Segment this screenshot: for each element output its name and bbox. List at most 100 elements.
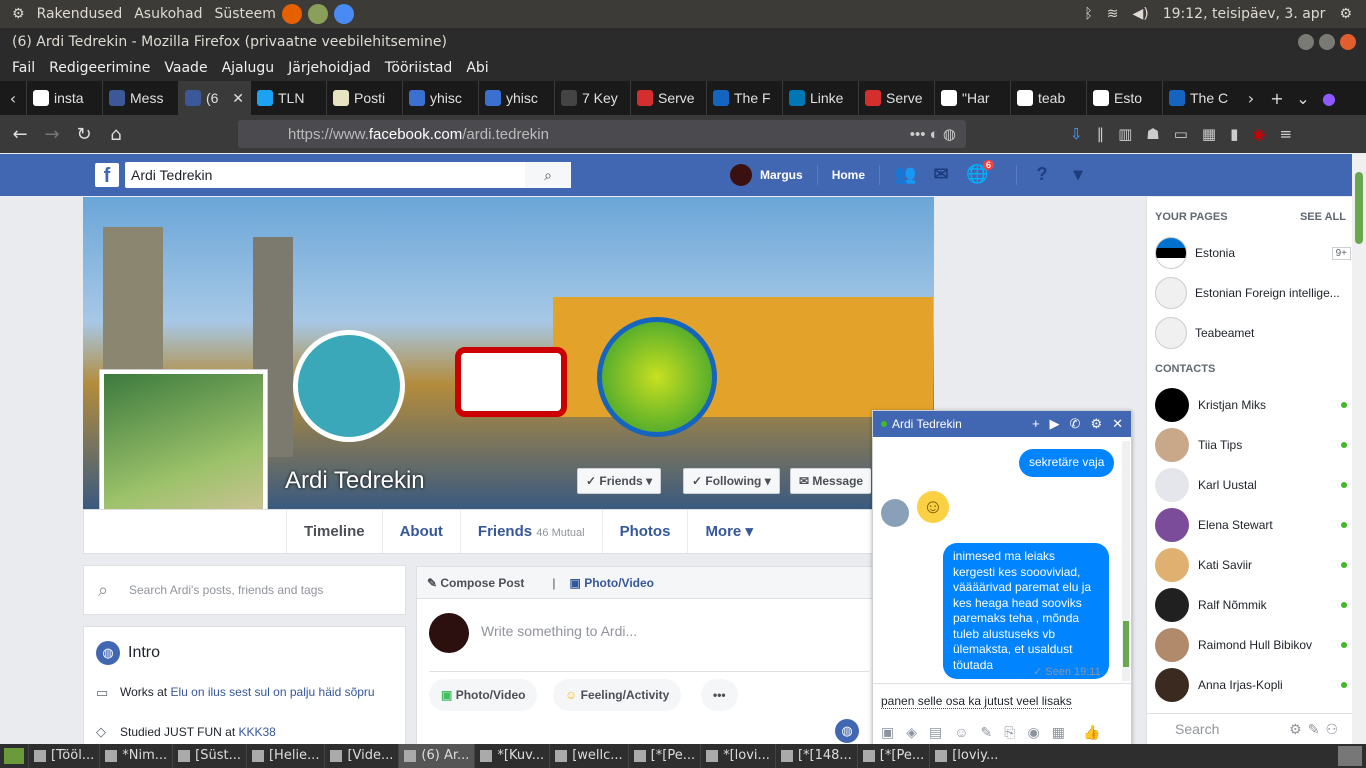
message-button[interactable]: ✉ Message xyxy=(790,468,872,494)
taskbar-item[interactable]: [Vide... xyxy=(324,744,398,768)
menu-ajalugu[interactable]: Ajalugu xyxy=(222,60,275,76)
page-scroll-thumb[interactable] xyxy=(1355,172,1363,244)
page-item[interactable]: Estonian Foreign intellige... xyxy=(1155,277,1351,309)
app-launcher-icon[interactable] xyxy=(307,4,328,24)
photo-video-tab[interactable]: ▣ Photo/Video xyxy=(570,576,668,590)
reload-icon[interactable]: ↻ xyxy=(68,124,100,145)
photo-icon[interactable]: ▣ xyxy=(881,724,894,741)
taskbar-item[interactable]: [*[Pe... xyxy=(856,744,929,768)
firefox-launcher-icon[interactable] xyxy=(281,4,302,24)
pen-icon[interactable]: ✎ xyxy=(981,724,993,741)
taskbar-item[interactable]: [wellc... xyxy=(549,744,627,768)
more-options-button[interactable]: ••• xyxy=(701,679,738,711)
home-icon[interactable]: ⌂ xyxy=(100,124,132,145)
library-icon[interactable]: ∥ xyxy=(1097,125,1105,143)
trash-icon[interactable]: ▮ xyxy=(1230,125,1238,143)
page-item[interactable]: Teabeamet xyxy=(1155,317,1351,349)
fb-logo-icon[interactable]: f xyxy=(95,163,119,187)
chat-header[interactable]: Ardi Tedrekin + ▶ ✆ ⚙ ✕ xyxy=(873,411,1131,437)
page-actions-icon[interactable]: ••• ◐ ◍ xyxy=(910,125,966,143)
add-person-icon[interactable]: + xyxy=(1032,411,1040,437)
compose-post-tab[interactable]: ✎ Compose Post xyxy=(427,576,538,590)
chat-scrollbar[interactable] xyxy=(1122,441,1130,681)
see-all-link[interactable]: SEE ALL xyxy=(1300,211,1346,223)
user-name-link[interactable]: Margus xyxy=(760,168,803,182)
tab-list-dropdown-icon[interactable]: ⌄ xyxy=(1290,89,1316,108)
clock[interactable]: 19:12, teisipäev, 3. apr xyxy=(1163,6,1326,22)
sticker-icon[interactable]: ◈ xyxy=(906,724,917,741)
chat-scroll-thumb[interactable] xyxy=(1123,621,1129,667)
voice-call-icon[interactable]: ✆ xyxy=(1070,411,1081,437)
page-item[interactable]: Estonia 9+ xyxy=(1155,237,1351,269)
taskbar-item[interactable]: *[Kuv... xyxy=(474,744,549,768)
help-icon[interactable]: ? xyxy=(1031,164,1053,186)
tab-friends[interactable]: Friends 46 Mutual xyxy=(459,510,602,553)
minimize-button[interactable] xyxy=(1298,33,1314,50)
browser-tab[interactable]: yhisc xyxy=(478,81,554,115)
tab-more[interactable]: More ▾ xyxy=(687,510,770,553)
tab-scroll-left-icon[interactable]: ‹ xyxy=(0,89,26,108)
url-field[interactable]: https://www. facebook.com/ardi.tedrekin •… xyxy=(238,120,966,148)
studied-link[interactable]: KKK38 xyxy=(239,725,276,739)
chrome-launcher-icon[interactable] xyxy=(333,4,354,24)
camera-icon[interactable]: ◉ xyxy=(1027,724,1039,741)
attachment-icon[interactable]: ⎘ xyxy=(1004,724,1015,741)
sidebar-options-icon[interactable]: ⚙✎⚇ xyxy=(1289,714,1344,744)
chat-input[interactable]: panen selle osa ka jutust veel lisaks xyxy=(873,683,1131,719)
maximize-button[interactable] xyxy=(1319,33,1335,50)
emoji-icon[interactable]: ☺ xyxy=(954,724,968,740)
new-tab-icon[interactable]: + xyxy=(1264,89,1290,108)
close-tab-icon[interactable]: ✕ xyxy=(232,90,244,107)
taskbar-item[interactable]: [Süst... xyxy=(172,744,246,768)
back-icon[interactable]: ← xyxy=(4,124,36,145)
page-scrollbar[interactable] xyxy=(1352,154,1366,744)
friends-button[interactable]: ✓ Friends ▾ xyxy=(577,468,662,494)
tab-about[interactable]: About xyxy=(381,510,460,553)
browser-tab[interactable]: teab xyxy=(1010,81,1086,115)
taskbar-item[interactable]: [Helie... xyxy=(245,744,324,768)
browser-tab[interactable]: Linke xyxy=(782,81,858,115)
works-link[interactable]: Elu on ilus sest sul on palju häid sõpru xyxy=(170,685,374,699)
menu-redigeerimine[interactable]: Redigeerimine xyxy=(49,60,150,76)
profile-search-input[interactable]: ⌕ Search Ardi's posts, friends and tags xyxy=(83,565,406,615)
menu-susteem[interactable]: Süsteem xyxy=(214,6,275,22)
feeling-activity-button[interactable]: ☺ Feeling/Activity xyxy=(553,679,682,711)
contact-item[interactable]: Kati Saviir xyxy=(1155,547,1347,583)
menu-abi[interactable]: Abi xyxy=(466,60,488,76)
video-call-icon[interactable]: ▶ xyxy=(1050,411,1060,437)
container-icon[interactable]: ▦ xyxy=(1202,125,1216,143)
browser-tab[interactable]: "Har xyxy=(934,81,1010,115)
browser-tab[interactable]: 7 Key xyxy=(554,81,630,115)
downloads-icon[interactable]: ⇩ xyxy=(1070,125,1083,143)
hamburger-menu-icon[interactable]: ≡ xyxy=(1279,125,1292,143)
tab-scroll-right-icon[interactable]: › xyxy=(1238,89,1264,108)
extension-icon[interactable]: ☗ xyxy=(1146,125,1159,143)
taskbar-item[interactable]: [loviy... xyxy=(929,744,1003,768)
browser-tab[interactable]: TLN xyxy=(250,81,326,115)
tab-photos[interactable]: Photos xyxy=(601,510,688,553)
ublock-icon[interactable]: ◉ xyxy=(1252,125,1265,143)
gear-icon[interactable]: ⚙ xyxy=(1090,411,1102,437)
search-icon[interactable]: ⌕ xyxy=(525,162,571,188)
browser-tab[interactable]: (6 ✕ xyxy=(178,81,250,115)
browser-tab[interactable]: The C xyxy=(1162,81,1238,115)
menu-tooriistad[interactable]: Tööriistad xyxy=(385,60,453,76)
home-link[interactable]: Home xyxy=(832,168,865,182)
contact-item[interactable]: Ralf Nõmmik xyxy=(1155,587,1347,623)
show-desktop-icon[interactable] xyxy=(4,748,24,764)
messenger-icon[interactable]: ✉ xyxy=(930,164,952,186)
screenshot-icon[interactable]: ▭ xyxy=(1174,125,1188,143)
thumbs-up-icon[interactable]: 👍 xyxy=(1083,724,1100,741)
wifi-icon[interactable]: ≋ xyxy=(1107,6,1119,22)
contact-item[interactable]: Elena Stewart xyxy=(1155,507,1347,543)
menu-asukohad[interactable]: Asukohad xyxy=(134,6,202,22)
chat-title[interactable]: Ardi Tedrekin xyxy=(892,411,962,437)
taskbar-item[interactable]: [*[148... xyxy=(774,744,857,768)
browser-tab[interactable]: The F xyxy=(706,81,782,115)
contact-item[interactable]: Tiia Tips xyxy=(1155,427,1347,463)
menu-jarjehoidjad[interactable]: Järjehoidjad xyxy=(288,60,371,76)
contact-item[interactable]: Raimond Hull Bibikov xyxy=(1155,627,1347,663)
taskbar-item[interactable]: [*[Pe... xyxy=(627,744,700,768)
close-icon[interactable]: ✕ xyxy=(1112,411,1123,437)
notifications-icon[interactable]: 🌐 6 xyxy=(966,160,995,186)
